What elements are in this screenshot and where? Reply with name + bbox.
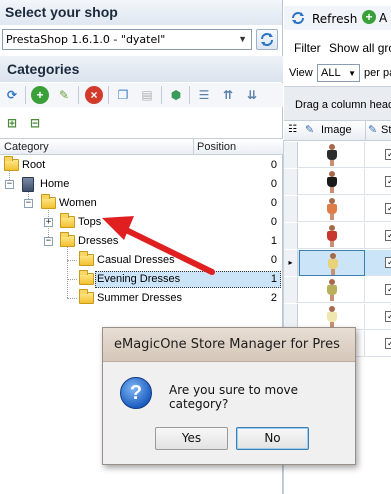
confirm-dialog: eMagicOne Store Manager for Pres ? Are y… bbox=[102, 327, 356, 465]
dialog-title: eMagicOne Store Manager for Pres bbox=[114, 337, 340, 352]
dialog-titlebar[interactable]: eMagicOne Store Manager for Pres bbox=[103, 328, 355, 362]
arrow-head bbox=[102, 216, 134, 240]
dialog-body: ? Are you sure to move category? Yes No bbox=[103, 363, 355, 464]
dialog-message: Are you sure to move category? bbox=[169, 383, 299, 411]
question-icon: ? bbox=[120, 377, 152, 409]
arrow-shaft bbox=[119, 225, 215, 275]
yes-button[interactable]: Yes bbox=[155, 427, 228, 450]
no-button[interactable]: No bbox=[236, 427, 309, 450]
